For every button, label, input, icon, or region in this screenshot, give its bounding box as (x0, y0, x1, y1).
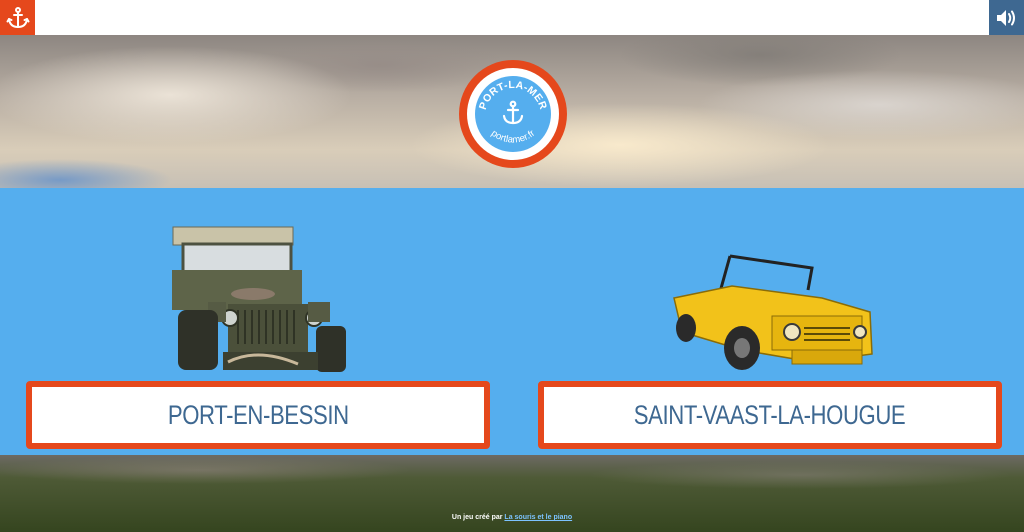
top-bar (0, 0, 1024, 36)
anchor-icon (6, 6, 29, 28)
speaker-icon (996, 9, 1015, 26)
mehari-image (673, 254, 873, 370)
logo-bottom-text: portlamer.fr (489, 128, 537, 146)
credit-link[interactable]: La souris et le piano (504, 514, 572, 521)
choice-port-en-bessin[interactable]: PORT-EN-BESSIN (26, 381, 490, 449)
home-button[interactable] (0, 0, 35, 35)
choice-label: PORT-EN-BESSIN (167, 399, 349, 430)
svg-text:portlamer.fr: portlamer.fr (489, 128, 537, 146)
credit-text: Un jeu créé par (451, 514, 503, 521)
jeep-image (172, 226, 346, 372)
sound-button[interactable] (989, 0, 1024, 35)
credits: Un jeu créé par La souris et le piano (0, 514, 1024, 521)
choice-saint-vaast-la-hougue[interactable]: SAINT-VAAST-LA-HOUGUE (538, 381, 1002, 449)
choice-label: SAINT-VAAST-LA-HOUGUE (634, 399, 906, 430)
destination-panel: PORT-EN-BESSIN SAINT-VAAST-LA-HOUGUE (0, 188, 1024, 455)
